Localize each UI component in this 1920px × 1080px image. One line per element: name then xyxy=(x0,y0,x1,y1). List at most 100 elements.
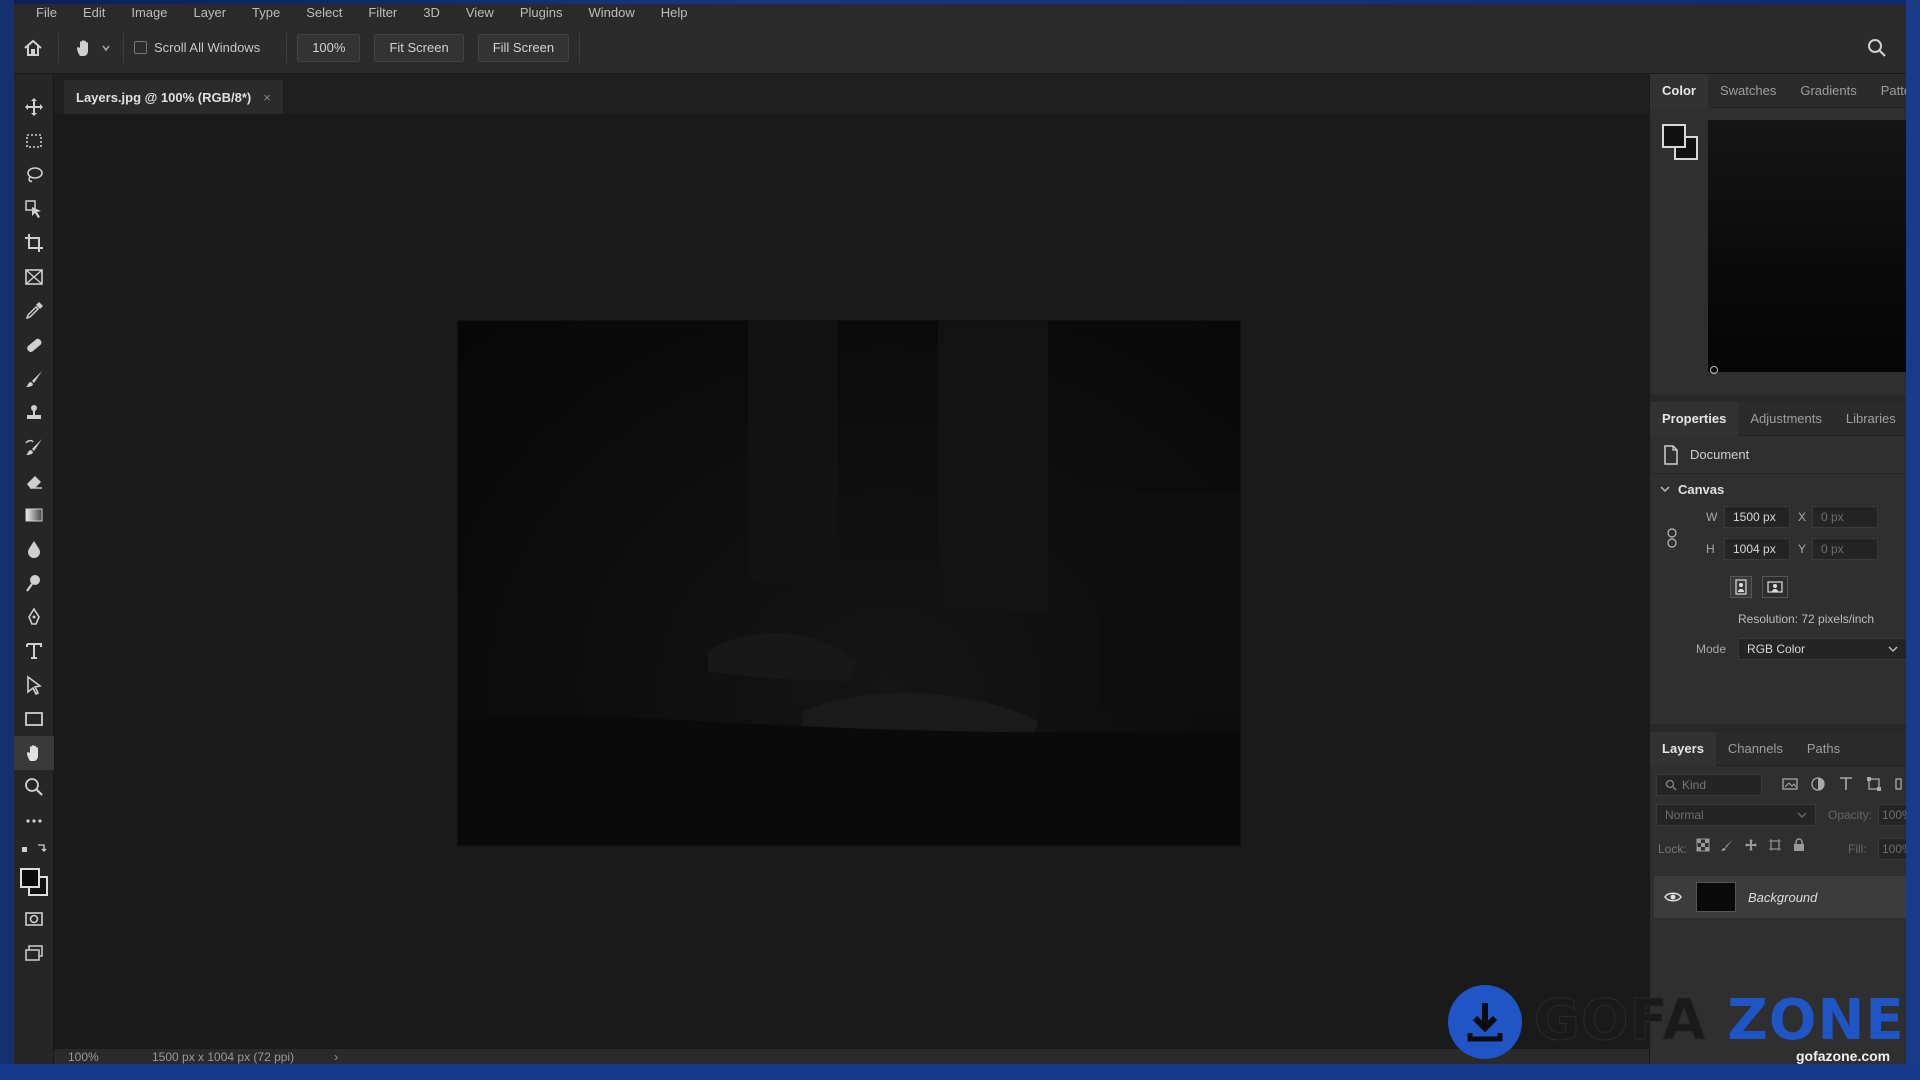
color-panel: Color Swatches Gradients Patter xyxy=(1650,73,1906,394)
blend-mode-value: Normal xyxy=(1665,808,1704,822)
frame-tool-icon[interactable] xyxy=(14,260,54,294)
tab-channels[interactable]: Channels xyxy=(1716,732,1795,766)
tab-swatches[interactable]: Swatches xyxy=(1708,74,1788,108)
lock-position-icon[interactable] xyxy=(1744,838,1758,852)
fill-screen-button[interactable]: Fill Screen xyxy=(477,33,570,62)
foreground-color-swatch[interactable] xyxy=(1662,124,1686,148)
menu-select[interactable]: Select xyxy=(306,4,342,22)
more-tools-icon[interactable] xyxy=(14,804,54,838)
menu-type[interactable]: Type xyxy=(252,4,280,22)
type-tool-icon[interactable] xyxy=(14,634,54,668)
smart-object-filter-icon[interactable] xyxy=(1894,776,1902,792)
move-tool-icon[interactable] xyxy=(14,90,54,124)
document-canvas-image[interactable] xyxy=(458,321,1240,845)
color-swatch-icon[interactable] xyxy=(1662,124,1702,164)
rectangle-tool-icon[interactable] xyxy=(14,702,54,736)
lock-transparent-pixels-icon[interactable] xyxy=(1696,838,1710,852)
tab-properties[interactable]: Properties xyxy=(1650,401,1739,436)
lock-artboard-icon[interactable] xyxy=(1768,838,1782,852)
color-picker-cursor[interactable] xyxy=(1710,366,1718,374)
zoom-tool-icon[interactable] xyxy=(14,770,54,804)
chevron-down-icon[interactable] xyxy=(99,33,113,63)
brush-tool-icon[interactable] xyxy=(14,362,54,396)
tab-color[interactable]: Color xyxy=(1650,73,1708,108)
layer-name[interactable]: Background xyxy=(1748,890,1817,905)
landscape-orientation-icon[interactable] xyxy=(1762,576,1788,598)
search-icon[interactable] xyxy=(1862,33,1892,63)
menu-file[interactable]: File xyxy=(36,4,57,22)
mode-select[interactable]: RGB Color xyxy=(1738,638,1906,660)
y-input[interactable]: 0 px xyxy=(1812,538,1878,560)
menu-image[interactable]: Image xyxy=(131,4,167,22)
quick-mask-icon[interactable] xyxy=(14,902,54,936)
path-selection-tool-icon[interactable] xyxy=(14,668,54,702)
marquee-tool-icon[interactable] xyxy=(14,124,54,158)
hand-tool-icon[interactable] xyxy=(14,736,54,770)
close-tab-icon[interactable]: × xyxy=(263,90,271,105)
chevron-down-icon xyxy=(1797,812,1807,819)
fit-screen-button[interactable]: Fit Screen xyxy=(374,33,464,62)
shape-layer-filter-icon[interactable] xyxy=(1866,776,1882,792)
lock-image-pixels-icon[interactable] xyxy=(1720,838,1734,852)
tab-adjustments[interactable]: Adjustments xyxy=(1738,402,1834,436)
layer-filter-kind[interactable]: Kind xyxy=(1656,774,1762,796)
fill-input[interactable]: 100% xyxy=(1878,838,1906,860)
lasso-tool-icon[interactable] xyxy=(14,158,54,192)
zoom-100-button[interactable]: 100% xyxy=(297,33,361,62)
menu-window[interactable]: Window xyxy=(588,4,634,22)
canvas-workspace[interactable] xyxy=(54,114,1649,1049)
layer-row-background[interactable]: Background xyxy=(1654,876,1906,918)
menu-help[interactable]: Help xyxy=(661,4,688,22)
scroll-all-windows-checkbox[interactable]: Scroll All Windows xyxy=(134,40,260,55)
tab-layers[interactable]: Layers xyxy=(1650,731,1716,766)
hand-tool-preset-icon[interactable] xyxy=(69,33,99,63)
home-icon[interactable] xyxy=(18,33,48,63)
portrait-orientation-icon[interactable] xyxy=(1730,576,1752,598)
x-input[interactable]: 0 px xyxy=(1812,506,1878,528)
pixel-layer-filter-icon[interactable] xyxy=(1782,776,1798,792)
menu-plugins[interactable]: Plugins xyxy=(520,4,563,22)
status-zoom[interactable]: 100% xyxy=(68,1050,148,1064)
color-picker-field[interactable] xyxy=(1708,120,1906,374)
object-selection-tool-icon[interactable] xyxy=(14,192,54,226)
eye-visibility-icon[interactable] xyxy=(1664,890,1682,904)
menu-edit[interactable]: Edit xyxy=(83,4,105,22)
blend-mode-select[interactable]: Normal xyxy=(1656,804,1816,826)
eyedropper-tool-icon[interactable] xyxy=(14,294,54,328)
opacity-input[interactable]: 100% xyxy=(1878,804,1906,826)
type-layer-filter-icon[interactable] xyxy=(1838,776,1854,792)
document-tab-title: Layers.jpg @ 100% (RGB/8*) xyxy=(76,89,252,105)
width-input[interactable]: 1500 px xyxy=(1724,506,1790,528)
tab-paths[interactable]: Paths xyxy=(1795,732,1852,766)
menu-filter[interactable]: Filter xyxy=(368,4,397,22)
foreground-background-color-icon[interactable] xyxy=(14,862,54,902)
crop-tool-icon[interactable] xyxy=(14,226,54,260)
chevron-down-icon[interactable] xyxy=(1660,484,1670,494)
height-input[interactable]: 1004 px xyxy=(1724,538,1790,560)
tab-libraries[interactable]: Libraries xyxy=(1834,402,1906,436)
checkbox-box[interactable] xyxy=(134,41,147,54)
lock-all-icon[interactable] xyxy=(1792,838,1806,852)
desktop-frame-right xyxy=(1906,0,1920,1080)
tab-patterns[interactable]: Patter xyxy=(1869,74,1906,108)
layer-filter-icons xyxy=(1782,776,1902,792)
swap-colors-icon[interactable] xyxy=(14,838,54,862)
clone-stamp-tool-icon[interactable] xyxy=(14,396,54,430)
healing-brush-tool-icon[interactable] xyxy=(14,328,54,362)
status-arrow-icon[interactable]: › xyxy=(334,1050,338,1064)
screen-mode-icon[interactable] xyxy=(14,936,54,970)
menu-3d[interactable]: 3D xyxy=(423,4,440,22)
menu-view[interactable]: View xyxy=(466,4,494,22)
pen-tool-icon[interactable] xyxy=(14,600,54,634)
eraser-tool-icon[interactable] xyxy=(14,464,54,498)
menu-layer[interactable]: Layer xyxy=(194,4,227,22)
canvas-section-header[interactable]: Canvas xyxy=(1650,474,1906,504)
history-brush-tool-icon[interactable] xyxy=(14,430,54,464)
gradient-tool-icon[interactable] xyxy=(14,498,54,532)
tab-gradients[interactable]: Gradients xyxy=(1788,74,1868,108)
blur-tool-icon[interactable] xyxy=(14,532,54,566)
document-tab[interactable]: Layers.jpg @ 100% (RGB/8*) × xyxy=(64,80,283,114)
dodge-tool-icon[interactable] xyxy=(14,566,54,600)
link-icon[interactable] xyxy=(1666,528,1678,548)
adjustment-layer-filter-icon[interactable] xyxy=(1810,776,1826,792)
